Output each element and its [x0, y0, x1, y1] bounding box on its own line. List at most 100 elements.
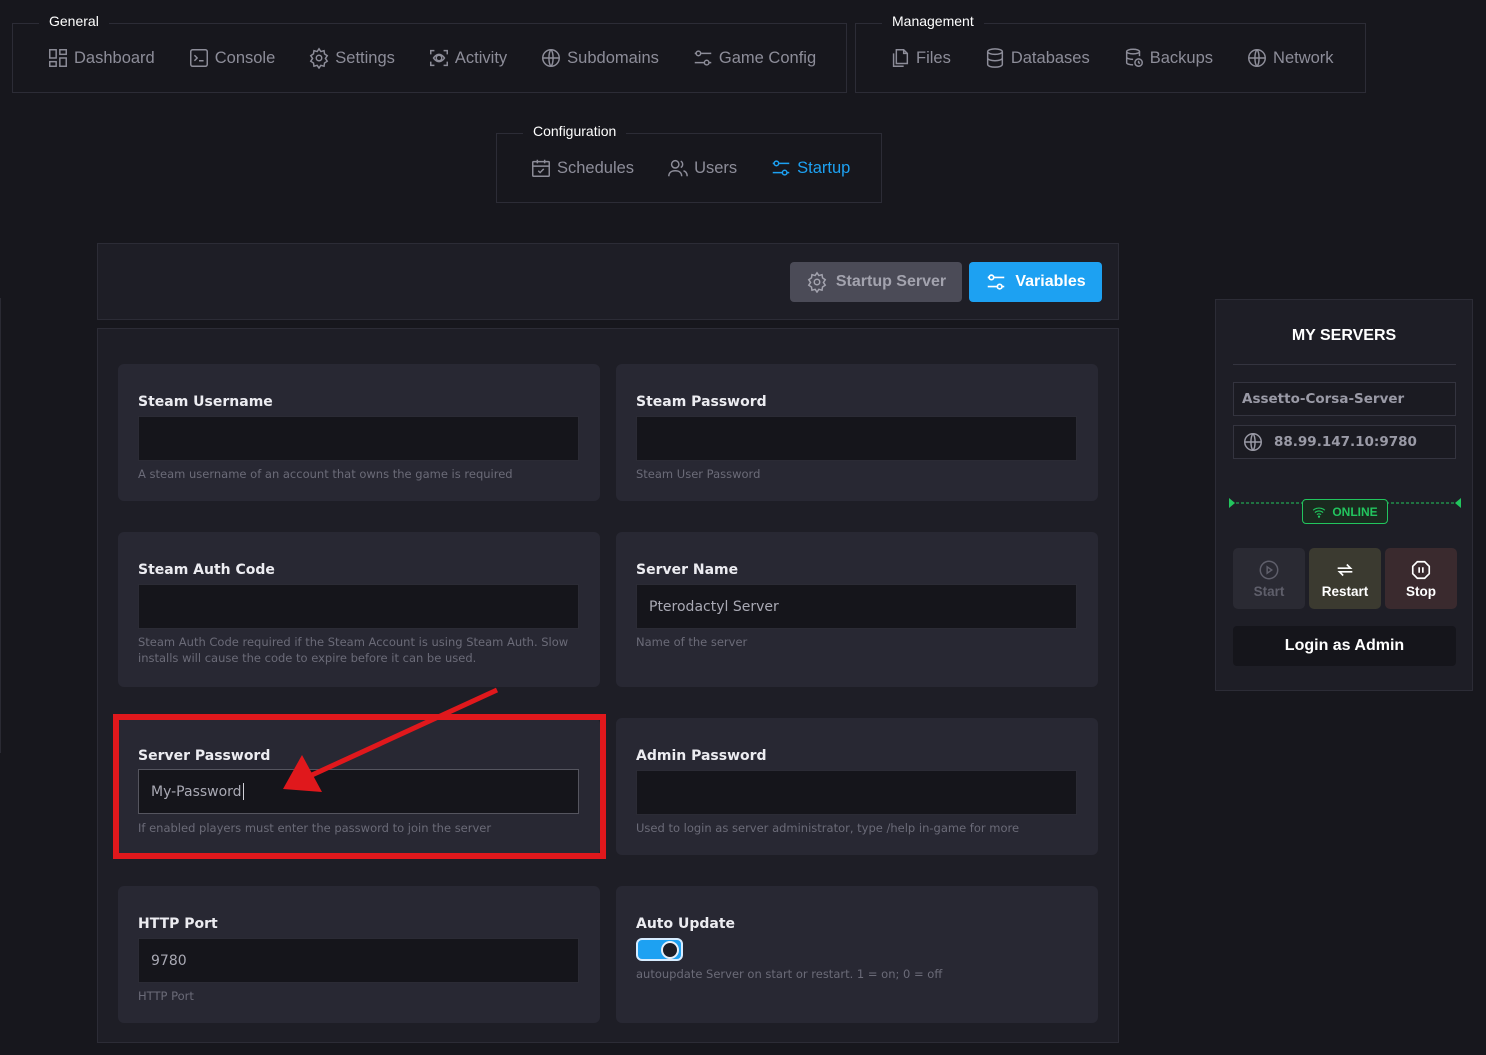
- start-button[interactable]: Start: [1233, 548, 1305, 609]
- status-text: ONLINE: [1332, 504, 1378, 519]
- nav-item-databases[interactable]: Databases: [984, 47, 1090, 69]
- variables-panel: Steam Username A steam username of an ac…: [97, 328, 1119, 1043]
- stop-label: Stop: [1406, 583, 1436, 599]
- variable-label: Auto Update: [636, 916, 736, 932]
- variable-card-steam-auth-code: Steam Auth Code Steam Auth Code required…: [118, 532, 600, 687]
- nav-item-label: Dashboard: [74, 48, 155, 67]
- dashboard-icon: [49, 49, 67, 67]
- globe-icon: [542, 49, 561, 67]
- nav-item-dashboard[interactable]: Dashboard: [47, 47, 155, 69]
- start-label: Start: [1253, 583, 1285, 599]
- admin-password-input[interactable]: [636, 770, 1077, 815]
- variable-help: HTTP Port: [138, 989, 194, 1003]
- startup-server-label: Startup Server: [835, 273, 947, 290]
- nav-item-label: Activity: [454, 48, 508, 67]
- nav-group-title: General: [39, 10, 109, 34]
- startup-toolbar: Startup Server Variables: [97, 243, 1119, 320]
- nav-item-label: Console: [214, 48, 276, 67]
- gear-icon: [310, 47, 329, 69]
- nav-item-subdomains[interactable]: Subdomains: [540, 47, 659, 69]
- variable-label: Steam Username: [138, 394, 273, 410]
- nav-item-network[interactable]: Network: [1246, 47, 1334, 69]
- auto-update-toggle[interactable]: [636, 938, 683, 961]
- nav-item-activity[interactable]: Activity: [428, 47, 507, 69]
- server-address-field[interactable]: 88.99.147.10:9780: [1233, 425, 1456, 459]
- toggle-knob: [661, 941, 679, 959]
- nav-item-startup[interactable]: Startup: [770, 157, 850, 179]
- nav-item-label: Databases: [1010, 48, 1090, 67]
- nav-group-title: Management: [882, 10, 984, 34]
- console-icon: [189, 49, 208, 67]
- nav-item-label: Users: [694, 158, 738, 177]
- annotation-highlight-box: [113, 714, 606, 859]
- steam-username-input[interactable]: [138, 416, 579, 461]
- wifi-icon: [1313, 506, 1326, 518]
- nav-group-management: Management Files Databases Backups Netwo…: [855, 10, 1366, 93]
- stop-icon: [1411, 560, 1431, 579]
- variable-card-http-port: HTTP Port 9780 HTTP Port: [118, 886, 600, 1023]
- variable-card-server-name: Server Name Pterodactyl Server Name of t…: [616, 532, 1098, 687]
- nav-item-console[interactable]: Console: [188, 47, 276, 69]
- server-name-input[interactable]: Pterodactyl Server: [636, 584, 1077, 629]
- stop-button[interactable]: Stop: [1385, 548, 1457, 609]
- server-address: 88.99.147.10:9780: [1274, 434, 1417, 450]
- gear-icon: [807, 271, 827, 293]
- http-port-input[interactable]: 9780: [138, 938, 579, 983]
- nav-item-label: Network: [1273, 48, 1334, 67]
- variable-card-steam-username: Steam Username A steam username of an ac…: [118, 364, 600, 501]
- my-servers-panel: MY SERVERS Assetto-Corsa-Server 88.99.14…: [1215, 299, 1473, 691]
- backup-icon: [1125, 48, 1143, 67]
- restart-label: Restart: [1321, 583, 1369, 599]
- status-badge: ONLINE: [1302, 499, 1388, 524]
- variable-help: Steam Auth Code required if the Steam Ac…: [138, 635, 569, 665]
- variable-card-auto-update: Auto Update autoupdate Server on start o…: [616, 886, 1098, 1023]
- divider: [1233, 364, 1456, 365]
- globe-icon: [1244, 433, 1262, 451]
- nav-group-general: General Dashboard Console Settings Activ…: [12, 10, 847, 93]
- variable-card-steam-password: Steam Password Steam User Password: [616, 364, 1098, 501]
- nav-item-label: Backups: [1149, 48, 1214, 67]
- nav-item-label: Schedules: [557, 158, 635, 177]
- nav-item-files[interactable]: Files: [889, 47, 951, 69]
- nav-item-label: Files: [916, 48, 951, 67]
- calendar-icon: [532, 159, 550, 177]
- nav-item-label: Startup: [797, 158, 851, 177]
- variable-label: Admin Password: [636, 748, 767, 764]
- nav-item-users[interactable]: Users: [667, 157, 737, 179]
- nav-item-label: Game Config: [718, 48, 817, 67]
- variable-help: A steam username of an account that owns…: [138, 467, 513, 481]
- sliders-icon: [988, 274, 1005, 290]
- restart-button[interactable]: Restart: [1309, 548, 1381, 609]
- restart-icon: [1337, 563, 1353, 576]
- nav-item-schedules[interactable]: Schedules: [530, 157, 634, 179]
- my-servers-title: MY SERVERS: [1291, 327, 1397, 344]
- variable-help: Steam User Password: [636, 467, 761, 481]
- variable-label: HTTP Port: [138, 916, 218, 932]
- sliders-icon: [772, 160, 790, 176]
- nav-group-configuration: Configuration Schedules Users Startup: [496, 120, 882, 203]
- nav-item-game-config[interactable]: Game Config: [692, 47, 816, 69]
- variables-button[interactable]: Variables: [969, 262, 1102, 302]
- sliders-icon: [694, 50, 712, 66]
- login-as-admin-button[interactable]: Login as Admin: [1233, 626, 1456, 666]
- startup-server-button[interactable]: Startup Server: [790, 262, 962, 302]
- variables-label: Variables: [1015, 273, 1086, 290]
- steam-password-input[interactable]: [636, 416, 1077, 461]
- variable-label: Server Name: [636, 562, 739, 578]
- variable-label: Steam Auth Code: [138, 562, 275, 578]
- nav-item-settings[interactable]: Settings: [308, 47, 395, 69]
- server-name-field[interactable]: Assetto-Corsa-Server: [1233, 382, 1456, 416]
- variable-label: Steam Password: [636, 394, 767, 410]
- variable-help: Used to login as server administrator, t…: [636, 821, 1020, 835]
- nav-item-label: Settings: [335, 48, 395, 67]
- files-icon: [892, 49, 909, 67]
- left-edge: [0, 298, 1, 753]
- play-icon: [1259, 560, 1279, 579]
- users-icon: [668, 159, 688, 177]
- nav-group-title: Configuration: [523, 120, 627, 144]
- variable-help: autoupdate Server on start or restart. 1…: [636, 967, 943, 981]
- database-icon: [986, 48, 1003, 68]
- nav-item-backups[interactable]: Backups: [1123, 47, 1213, 69]
- steam-auth-code-input[interactable]: [138, 584, 579, 629]
- globe-icon: [1248, 49, 1267, 67]
